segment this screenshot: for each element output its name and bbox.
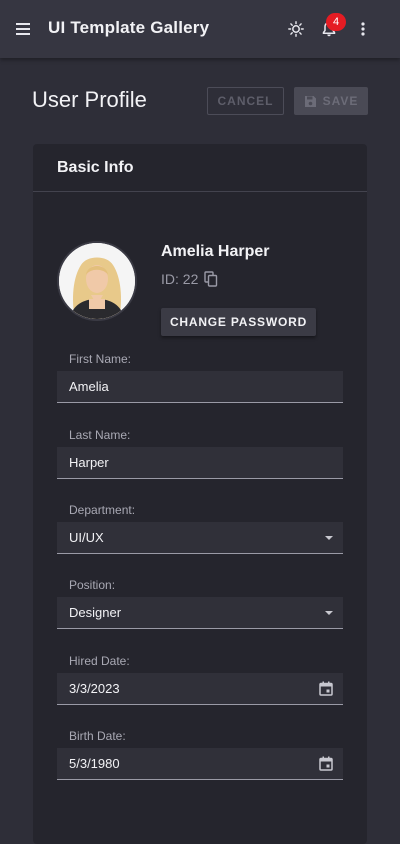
change-password-button[interactable]: CHANGE PASSWORD [161,308,316,336]
user-id: ID: 22 [161,271,199,287]
card-header: Basic Info [33,144,367,192]
cancel-button-label: CANCEL [217,94,274,108]
app-title: UI Template Gallery [48,18,210,37]
position-label: Position: [69,578,116,592]
theme-toggle-button[interactable] [285,18,307,40]
hired-date-input[interactable]: 3/3/2023 [57,673,343,705]
menu-icon [16,23,30,35]
first-name-input[interactable]: Amelia [57,371,343,403]
first-name-label: First Name: [69,352,132,366]
birth-date-field: Birth Date: 5/3/1980 [57,729,343,780]
chevron-down-icon[interactable] [325,535,333,540]
change-password-label: CHANGE PASSWORD [169,315,308,329]
birth-date-input[interactable]: 5/3/1980 [57,748,343,780]
last-name-value: Harper [69,455,109,470]
position-select[interactable]: Designer [57,597,343,629]
first-name-field: First Name: Amelia [57,352,343,403]
chevron-down-icon[interactable] [325,610,333,615]
last-name-input[interactable]: Harper [57,447,343,479]
card-title: Basic Info [57,158,134,176]
first-name-value: Amelia [69,379,109,394]
save-button[interactable]: SAVE [294,87,368,115]
basic-info-card: Basic Info Amelia Harper ID: 22 CHANGE P… [33,144,367,844]
notification-badge: 4 [326,13,346,31]
user-id-row: ID: 22 [161,271,218,287]
calendar-icon[interactable] [319,756,333,771]
menu-button[interactable] [12,17,36,41]
avatar-photo [59,243,135,319]
birth-date-value: 5/3/1980 [69,756,120,771]
department-value: UI/UX [69,530,104,545]
more-vert-icon [361,22,365,36]
hired-date-field: Hired Date: 3/3/2023 [57,654,343,705]
position-field: Position: Designer [57,578,343,629]
calendar-icon[interactable] [319,681,333,696]
last-name-field: Last Name: Harper [57,428,343,479]
copy-icon[interactable] [204,271,218,287]
department-field: Department: UI/UX [57,503,343,554]
sun-icon [288,21,304,37]
page-title: User Profile [32,87,147,112]
hired-date-value: 3/3/2023 [69,681,120,696]
position-value: Designer [69,605,122,620]
app-bar: UI Template Gallery 4 [0,0,400,58]
floppy-disk-icon [304,95,316,107]
cancel-button[interactable]: CANCEL [207,87,284,115]
more-options-button[interactable] [352,18,374,40]
department-label: Department: [69,503,136,517]
hired-date-label: Hired Date: [69,654,130,668]
save-button-label: SAVE [322,94,359,108]
department-select[interactable]: UI/UX [57,522,343,554]
last-name-label: Last Name: [69,428,131,442]
avatar [57,241,137,321]
user-full-name: Amelia Harper [161,243,270,260]
birth-date-label: Birth Date: [69,729,126,743]
